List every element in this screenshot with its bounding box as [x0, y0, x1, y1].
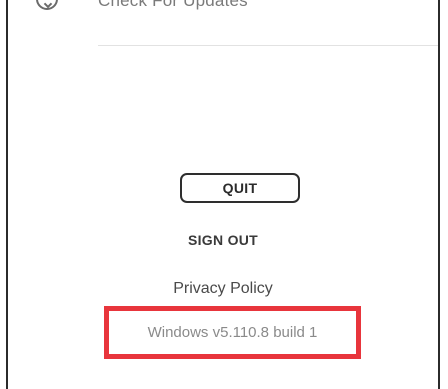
sign-out-link[interactable]: SIGN OUT	[8, 232, 438, 248]
privacy-policy-link[interactable]: Privacy Policy	[8, 280, 438, 298]
version-highlight: Windows v5.110.8 build 1	[104, 306, 361, 359]
refresh-icon	[36, 0, 58, 10]
check-updates-row[interactable]: Check For Updates	[8, 0, 438, 46]
settings-panel: Check For Updates QUIT SIGN OUT Privacy …	[6, 0, 440, 389]
quit-button[interactable]: QUIT	[180, 173, 300, 203]
divider	[98, 45, 438, 46]
version-label: Windows v5.110.8 build 1	[147, 324, 318, 341]
check-updates-label: Check For Updates	[98, 0, 248, 10]
